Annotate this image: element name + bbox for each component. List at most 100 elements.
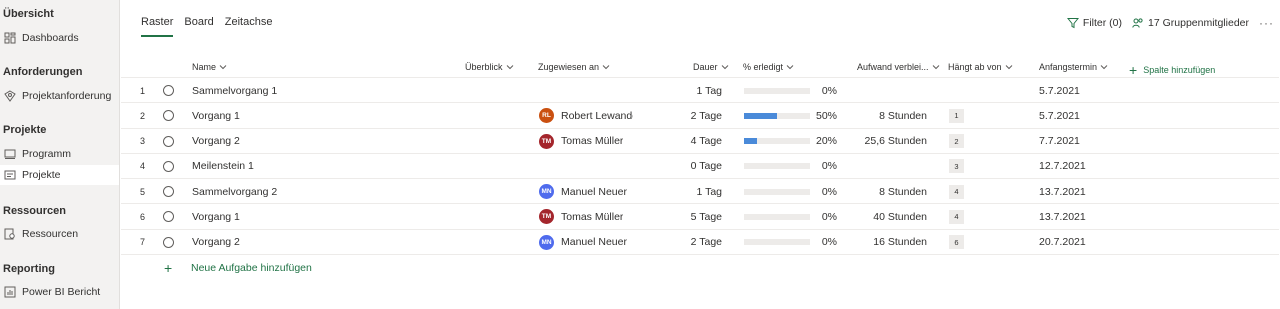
dependency[interactable]: 3 xyxy=(949,154,964,179)
start-date[interactable]: 5.7.2021 xyxy=(1039,103,1080,128)
effort-remaining[interactable]: 40 Stunden xyxy=(873,204,927,229)
column-header-depends[interactable]: Hängt ab von xyxy=(948,62,1013,72)
sidebar-item-projekte[interactable]: Projekte xyxy=(0,165,119,185)
task-name[interactable]: Sammelvorgang 2 xyxy=(192,179,277,204)
complete-checkbox[interactable] xyxy=(163,129,174,154)
effort-remaining[interactable]: 16 Stunden xyxy=(873,230,927,255)
task-name[interactable]: Sammelvorgang 1 xyxy=(192,78,277,103)
task-name[interactable]: Vorgang 1 xyxy=(192,103,240,128)
dependency[interactable]: 2 xyxy=(949,129,964,154)
members-button[interactable]: 17 Gruppenmitglieder xyxy=(1132,17,1249,29)
progress-bar xyxy=(744,154,810,179)
duration[interactable]: 1 Tag xyxy=(697,179,723,204)
assignee[interactable]: MN Manuel Neuer xyxy=(539,179,627,204)
tab-raster[interactable]: Raster xyxy=(141,16,174,37)
duration[interactable]: 4 Tage xyxy=(691,129,722,154)
column-header-duration[interactable]: Dauer xyxy=(693,62,729,72)
dependency[interactable]: 1 xyxy=(949,103,964,128)
percent-complete[interactable]: 0% xyxy=(822,78,837,103)
more-options-button[interactable]: ··· xyxy=(1259,16,1274,30)
dependency[interactable]: 4 xyxy=(949,204,964,229)
percent-complete[interactable]: 0% xyxy=(822,179,837,204)
circle-icon xyxy=(163,186,174,198)
assignee[interactable]: TM Tomas Müller xyxy=(539,204,623,229)
chevron-down-icon xyxy=(1005,65,1012,70)
chevron-down-icon xyxy=(1100,65,1108,70)
column-header-effort[interactable]: Aufwand verblei... xyxy=(857,62,940,72)
assignee[interactable]: MN Manuel Neuer xyxy=(539,230,627,255)
task-name[interactable]: Meilenstein 1 xyxy=(192,154,254,179)
add-column-button[interactable]: + Spalte hinzufügen xyxy=(1129,62,1215,78)
start-date[interactable]: 20.7.2021 xyxy=(1039,230,1086,255)
plus-icon: + xyxy=(164,259,173,276)
table-row[interactable]: 3 Vorgang 2 TM Tomas Müller 4 Tage 20% 25,6 St… xyxy=(121,129,1279,154)
circle-icon xyxy=(163,85,174,96)
effort-remaining[interactable]: 25,6 Stunden xyxy=(865,129,927,154)
sidebar-item-projektanforderung[interactable]: Projektanforderung xyxy=(0,86,119,106)
percent-complete[interactable]: 0% xyxy=(822,204,837,229)
duration[interactable]: 2 Tage xyxy=(691,103,722,128)
percent-complete[interactable]: 50% xyxy=(816,103,837,128)
sidebar-item-dashboards[interactable]: Dashboards xyxy=(0,28,119,48)
percent-complete[interactable]: 0% xyxy=(822,154,837,179)
dependency[interactable]: 6 xyxy=(949,230,964,255)
table-row[interactable]: 5 Sammelvorgang 2 MN Manuel Neuer 1 Tag 0% 8 S… xyxy=(121,179,1279,205)
chevron-down-icon xyxy=(602,65,610,70)
add-task-row[interactable]: + Neue Aufgabe hinzufügen xyxy=(121,255,1279,280)
column-header-assigned[interactable]: Zugewiesen an xyxy=(538,62,610,72)
table-row[interactable]: 4 Meilenstein 1 0 Tage 0% 3 12.7.2021 xyxy=(121,154,1279,180)
duration[interactable]: 2 Tage xyxy=(691,230,722,255)
assignee[interactable]: TM Tomas Müller xyxy=(539,129,623,154)
column-header-name[interactable]: Name xyxy=(192,62,227,72)
duration[interactable]: 0 Tage xyxy=(691,154,722,179)
percent-complete[interactable]: 20% xyxy=(816,129,837,154)
start-date[interactable]: 12.7.2021 xyxy=(1039,154,1086,179)
complete-checkbox[interactable] xyxy=(163,154,174,179)
column-header-start[interactable]: Anfangstermin xyxy=(1039,62,1108,72)
toolbar: Filter (0) 17 Gruppenmitglieder ··· xyxy=(1066,16,1274,30)
column-header-percent[interactable]: % erledigt xyxy=(743,62,794,72)
sidebar-item-programm[interactable]: Programm xyxy=(0,144,119,164)
grid-rows: 1 Sammelvorgang 1 1 Tag 0% 5.7.2021 2 Vorgang … xyxy=(121,78,1279,256)
dashboard-icon xyxy=(3,32,17,44)
column-header-label: Aufwand verblei... xyxy=(857,62,929,72)
start-date[interactable]: 13.7.2021 xyxy=(1039,179,1086,204)
duration[interactable]: 1 Tag xyxy=(697,78,723,103)
sidebar-item-power-bi[interactable]: Power BI Bericht xyxy=(0,282,119,302)
complete-checkbox[interactable] xyxy=(163,179,174,204)
task-name[interactable]: Vorgang 2 xyxy=(192,230,240,255)
task-name[interactable]: Vorgang 1 xyxy=(192,204,240,229)
table-row[interactable]: 7 Vorgang 2 MN Manuel Neuer 2 Tage 0% 16 Stund… xyxy=(121,230,1279,256)
grid-header: Name Überblick Zugewiesen an Dauer % erl… xyxy=(121,54,1279,78)
filter-button[interactable]: Filter (0) xyxy=(1066,17,1122,29)
tab-board[interactable]: Board xyxy=(184,16,213,37)
sidebar-item-ressourcen[interactable]: Ressourcen xyxy=(0,224,119,244)
assignee-name: Robert Lewandow xyxy=(561,109,633,122)
table-row[interactable]: 6 Vorgang 1 TM Tomas Müller 5 Tage 0% 40 Stund… xyxy=(121,204,1279,230)
assignee[interactable]: RL Robert Lewandow xyxy=(539,103,633,128)
percent-complete[interactable]: 0% xyxy=(822,230,837,255)
table-row[interactable]: 1 Sammelvorgang 1 1 Tag 0% 5.7.2021 xyxy=(121,78,1279,104)
sidebar: Übersicht Dashboards Anforderungen Proje… xyxy=(0,0,120,309)
column-header-label: Name xyxy=(192,62,217,72)
start-date[interactable]: 5.7.2021 xyxy=(1039,78,1080,103)
start-date[interactable]: 7.7.2021 xyxy=(1039,129,1080,154)
avatar: RL xyxy=(539,108,554,124)
row-number: 3 xyxy=(140,136,146,147)
duration[interactable]: 5 Tage xyxy=(691,204,722,229)
chevron-down-icon xyxy=(786,65,794,70)
column-header-overview[interactable]: Überblick xyxy=(465,62,514,72)
effort-remaining[interactable]: 8 Stunden xyxy=(879,103,927,128)
chevron-down-icon xyxy=(506,65,513,70)
dependency[interactable]: 4 xyxy=(949,179,964,204)
task-name[interactable]: Vorgang 2 xyxy=(192,129,240,154)
report-icon xyxy=(3,286,17,298)
effort-remaining[interactable]: 8 Stunden xyxy=(879,179,927,204)
complete-checkbox[interactable] xyxy=(163,103,174,128)
complete-checkbox[interactable] xyxy=(163,78,174,103)
complete-checkbox[interactable] xyxy=(163,204,174,229)
complete-checkbox[interactable] xyxy=(163,230,174,255)
start-date[interactable]: 13.7.2021 xyxy=(1039,204,1086,229)
table-row[interactable]: 2 Vorgang 1 RL Robert Lewandow 2 Tage 50% 8 St… xyxy=(121,103,1279,129)
tab-zeitachse[interactable]: Zeitachse xyxy=(225,16,273,37)
